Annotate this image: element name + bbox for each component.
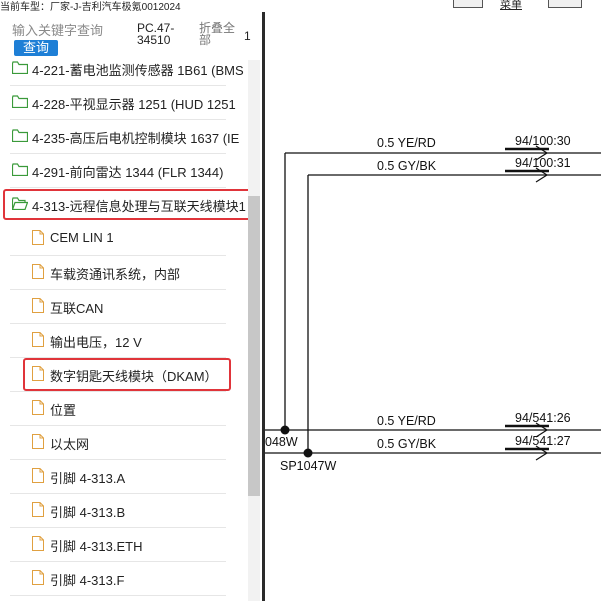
tree-item-location[interactable]: 位置 [0, 392, 248, 426]
wire-spec-label: 0.5 YE/RD [377, 136, 436, 150]
tree-item-output-voltage[interactable]: 输出电压，12 V [0, 324, 248, 358]
tree-item-connect-can[interactable]: 互联CAN [0, 290, 248, 324]
tree-folder-label: 4-221-蓄电池监测传感器 1B61 (BMS [32, 63, 244, 78]
search-input[interactable] [12, 22, 130, 38]
tree-item-label: 位置 [50, 403, 77, 418]
document-icon [32, 332, 44, 347]
wire-ref-label: 94/100:30 [515, 134, 571, 148]
folder-icon [11, 61, 29, 75]
document-icon [32, 434, 44, 449]
document-icon [32, 536, 44, 551]
splice-label-right: SP1047W [280, 459, 336, 473]
splice-label-left: 048W [265, 435, 298, 449]
tree-item-label: CEM LIN 1 [50, 230, 114, 245]
tree-item-ethernet[interactable]: 以太网 [0, 426, 248, 460]
tree-item-pin-b[interactable]: 引脚 4-313.B [0, 494, 248, 528]
row-divider [10, 595, 226, 596]
highlight-box-dkam [23, 358, 231, 391]
vehicle-label: 当前车型：厂家-J-吉利汽车极氪0012024 [0, 2, 181, 12]
highlight-box-folder [3, 189, 248, 220]
wire-ref-label: 94/541:26 [515, 411, 571, 425]
scrollbar-thumb[interactable] [248, 196, 260, 496]
tree-folder-label: 4-291-前向雷达 1344 (FLR 1344) [32, 165, 224, 180]
collapse-all-button[interactable]: 折叠全 部 [199, 22, 241, 46]
document-icon [32, 230, 44, 245]
tree-item-label: 引脚 4-313.F [50, 573, 125, 588]
tree-item-label: 引脚 4-313.A [50, 471, 126, 486]
tree-item-label: 引脚 4-313.B [50, 505, 126, 520]
splice-dot-right [303, 448, 313, 458]
wire-ref-label: 94/541:27 [515, 434, 571, 448]
folder-icon [11, 95, 29, 109]
wire-ref-label: 94/100:31 [515, 156, 571, 170]
tree-item-pin-eth[interactable]: 引脚 4-313.ETH [0, 528, 248, 562]
tree-item-label: 输出电压，12 V [50, 335, 142, 350]
component-tree: 4-221-蓄电池监测传感器 1B61 (BMS 4-228-平视显示器 125… [0, 60, 248, 601]
left-panel: 查询 PC.47- 34510 折叠全 部 1 4-221-蓄电池监测传感器 1… [0, 12, 262, 601]
tree-folder-4-228[interactable]: 4-228-平视显示器 1251 (HUD 1251 [0, 86, 248, 120]
tree-folder-label: 4-235-高压后电机控制模块 1637 (IE [32, 131, 240, 146]
splice-dot-left [280, 425, 290, 435]
tree-item-label: 引脚 4-313.ETH [50, 539, 143, 554]
document-icon [32, 264, 44, 279]
document-icon [32, 298, 44, 313]
query-button[interactable]: 查询 [14, 40, 58, 56]
wire-spec-label: 0.5 YE/RD [377, 414, 436, 428]
tree-item-pin-a[interactable]: 引脚 4-313.A [0, 460, 248, 494]
folder-icon [11, 129, 29, 143]
tree-item-cem-lin[interactable]: CEM LIN 1 [0, 222, 248, 256]
document-icon [32, 502, 44, 517]
tree-folder-label: 4-228-平视显示器 1251 (HUD 1251 [32, 97, 236, 112]
tree-folder-4-221[interactable]: 4-221-蓄电池监测传感器 1B61 (BMS [0, 60, 248, 86]
collapse-extra-label: 1 [244, 29, 251, 43]
tree-item-infotainment[interactable]: 车载资通讯系统，内部 [0, 256, 248, 290]
tree-item-label: 互联CAN [50, 301, 104, 316]
tree-folder-4-235[interactable]: 4-235-高压后电机控制模块 1637 (IE [0, 120, 248, 154]
toolbar-button[interactable] [453, 0, 483, 8]
tree-item-label: 车载资通讯系统，内部 [50, 267, 181, 282]
document-icon [32, 468, 44, 483]
tree-folder-4-291[interactable]: 4-291-前向雷达 1344 (FLR 1344) [0, 154, 248, 188]
menu-link[interactable]: 菜单 [500, 0, 522, 12]
wire-spec-label: 0.5 GY/BK [377, 437, 437, 451]
top-bar: 当前车型：厂家-J-吉利汽车极氪0012024 菜单 [0, 0, 601, 12]
document-icon [32, 400, 44, 415]
pc-code-label: PC.47- 34510 [137, 21, 175, 47]
wiring-diagram: 0.5 YE/RD 94/100:30 0.5 GY/BK 94/100:31 … [265, 12, 601, 601]
folder-icon [11, 163, 29, 177]
document-icon [32, 570, 44, 585]
toolbar-button-right[interactable] [548, 0, 582, 8]
tree-item-pin-f[interactable]: 引脚 4-313.F [0, 562, 248, 596]
search-area: 查询 PC.47- 34510 折叠全 部 1 [0, 12, 262, 62]
wire-spec-label: 0.5 GY/BK [377, 159, 437, 173]
tree-item-label: 以太网 [50, 437, 90, 452]
